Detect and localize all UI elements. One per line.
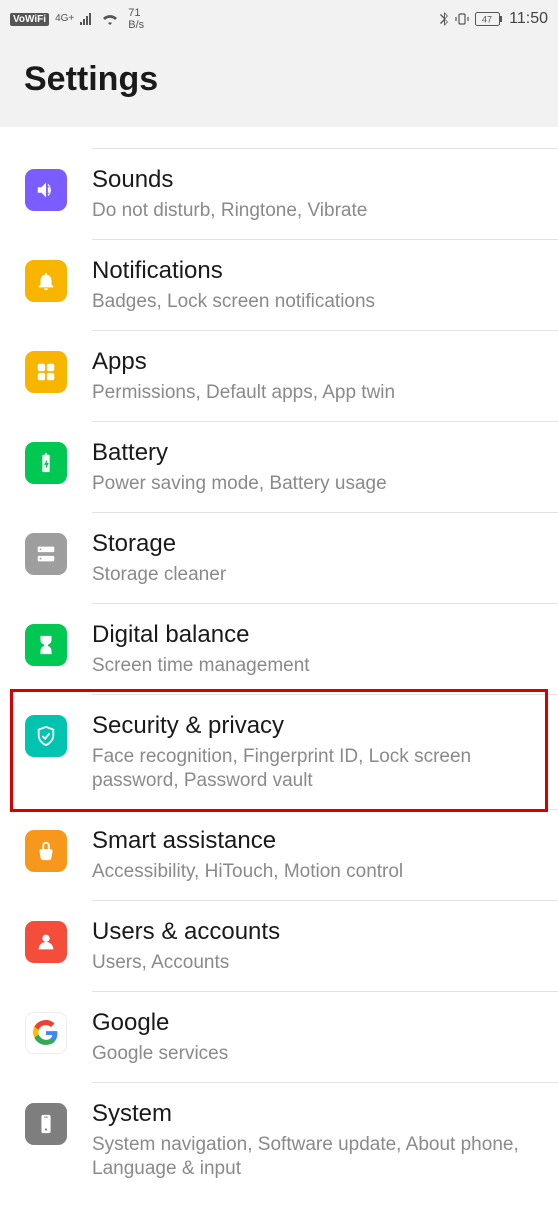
list-item-apps[interactable]: Apps Permissions, Default apps, App twin — [0, 331, 558, 422]
item-title: Notifications — [92, 256, 542, 286]
list-item-digital-balance[interactable]: Digital balance Screen time management — [0, 604, 558, 695]
smart-assistance-icon — [25, 830, 67, 872]
notifications-icon — [25, 260, 67, 302]
list-item-smart-assistance[interactable]: Smart assistance Accessibility, HiTouch,… — [0, 810, 558, 901]
item-title: Smart assistance — [92, 826, 542, 856]
item-subtitle: Storage cleaner — [92, 563, 542, 587]
storage-icon — [25, 533, 67, 575]
item-subtitle: Screen time management — [92, 654, 542, 678]
item-title: Users & accounts — [92, 917, 542, 947]
status-bar: VoWiFi 4G+ 71 B/s 47 11:50 — [0, 0, 558, 38]
header: Settings — [0, 38, 558, 127]
security-icon — [25, 715, 67, 757]
bluetooth-icon — [439, 12, 449, 26]
list-item-security-privacy[interactable]: Security & privacy Face recognition, Fin… — [0, 695, 558, 810]
data-speed: 71 B/s — [128, 7, 144, 31]
system-icon — [25, 1103, 67, 1145]
svg-text:47: 47 — [482, 15, 492, 25]
list-item-storage[interactable]: Storage Storage cleaner — [0, 513, 558, 604]
clock: 11:50 — [509, 10, 548, 28]
status-left: VoWiFi 4G+ 71 B/s — [10, 7, 144, 31]
list-item-system[interactable]: System System navigation, Software updat… — [0, 1083, 558, 1197]
item-title: Security & privacy — [92, 711, 542, 741]
list-item-users-accounts[interactable]: Users & accounts Users, Accounts — [0, 901, 558, 992]
list-item-sounds[interactable]: Sounds Do not disturb, Ringtone, Vibrate — [0, 149, 558, 240]
item-subtitle: Power saving mode, Battery usage — [92, 472, 542, 496]
item-title: Storage — [92, 529, 542, 559]
item-subtitle: Users, Accounts — [92, 951, 542, 975]
item-subtitle: Accessibility, HiTouch, Motion control — [92, 860, 542, 884]
vibrate-icon — [455, 12, 469, 26]
item-title: Battery — [92, 438, 542, 468]
digital-balance-icon — [25, 624, 67, 666]
network-type: 4G+ — [55, 14, 74, 24]
item-title: Sounds — [92, 165, 542, 195]
settings-list[interactable]: Sounds Do not disturb, Ringtone, Vibrate… — [0, 127, 558, 1197]
apps-icon — [25, 351, 67, 393]
item-subtitle: Google services — [92, 1042, 542, 1066]
google-icon — [25, 1012, 67, 1054]
item-subtitle: Face recognition, Fingerprint ID, Lock s… — [92, 745, 542, 793]
item-subtitle: Badges, Lock screen notifications — [92, 290, 542, 314]
item-subtitle: Permissions, Default apps, App twin — [92, 381, 542, 405]
vowifi-badge: VoWiFi — [10, 13, 49, 26]
battery-menu-icon — [25, 442, 67, 484]
users-icon — [25, 921, 67, 963]
list-item-notifications[interactable]: Notifications Badges, Lock screen notifi… — [0, 240, 558, 331]
list-item-battery[interactable]: Battery Power saving mode, Battery usage — [0, 422, 558, 513]
battery-icon: 47 — [475, 12, 503, 26]
sounds-icon — [25, 169, 67, 211]
list-item-google[interactable]: Google Google services — [0, 992, 558, 1083]
item-title: Digital balance — [92, 620, 542, 650]
signal-icon — [80, 13, 96, 25]
list-item-cut — [92, 127, 558, 149]
item-title: System — [92, 1099, 542, 1129]
item-subtitle: Do not disturb, Ringtone, Vibrate — [92, 199, 542, 223]
item-title: Google — [92, 1008, 542, 1038]
status-right: 47 11:50 — [439, 10, 548, 28]
item-title: Apps — [92, 347, 542, 377]
wifi-icon — [102, 13, 118, 25]
page-title: Settings — [24, 60, 534, 99]
item-subtitle: System navigation, Software update, Abou… — [92, 1133, 542, 1181]
